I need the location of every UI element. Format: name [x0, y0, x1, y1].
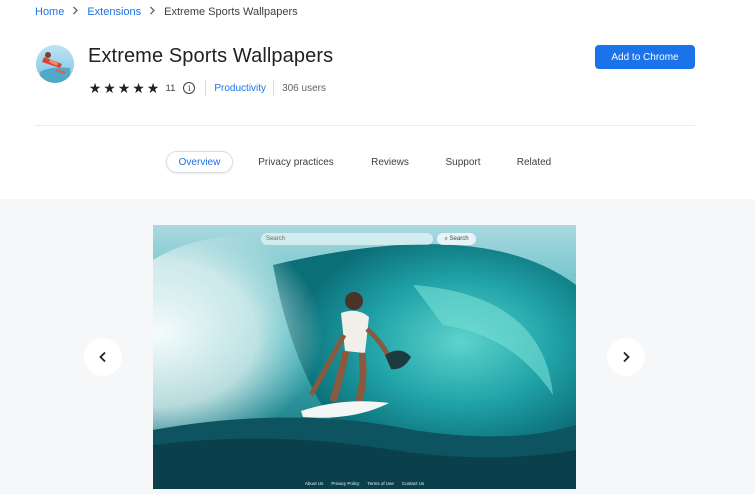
header-divider — [35, 125, 695, 126]
tab-overview[interactable]: Overview — [166, 151, 233, 173]
tab-privacy-practices[interactable]: Privacy practices — [250, 151, 342, 173]
user-count: 306 users — [282, 82, 326, 94]
star-icon: ★ — [103, 80, 116, 96]
footer-link: About Us — [304, 481, 324, 486]
screenshot-search-input: Search — [261, 233, 433, 245]
footer-link: Privacy Policy — [331, 481, 360, 486]
screenshot-footer: About Us Privacy Policy Terms of Use Con… — [153, 481, 576, 486]
info-icon[interactable]: i — [183, 82, 196, 94]
extension-page: Home Extensions Extreme Sports Wallpaper… — [0, 0, 755, 494]
chevron-right-icon — [72, 6, 79, 18]
extension-title: Extreme Sports Wallpapers — [88, 45, 334, 67]
tab-reviews[interactable]: Reviews — [362, 151, 418, 173]
star-icon: ★ — [88, 80, 102, 96]
divider — [273, 80, 275, 96]
breadcrumb: Home Extensions Extreme Sports Wallpaper… — [35, 5, 298, 19]
chevron-right-icon — [623, 351, 630, 363]
breadcrumb-extensions-link[interactable]: Extensions — [87, 6, 141, 18]
breadcrumb-current: Extreme Sports Wallpapers — [164, 6, 298, 18]
star-icon: ★ — [132, 80, 145, 96]
screenshot-search-label: Search — [449, 236, 469, 242]
previous-screenshot-button[interactable] — [84, 338, 122, 376]
extension-logo — [36, 45, 74, 83]
add-to-chrome-button[interactable]: Add to Chrome — [595, 45, 695, 69]
tab-bar: Overview Privacy practices Reviews Suppo… — [0, 151, 755, 173]
footer-link: Terms of Use — [367, 481, 394, 486]
star-icon: ★ — [146, 80, 160, 96]
chevron-left-icon — [99, 351, 106, 363]
category-link[interactable]: Productivity — [214, 83, 266, 94]
screenshot-image: Search ⌕ Search About Us Privacy Policy … — [153, 225, 576, 489]
chevron-right-icon — [149, 6, 156, 18]
footer-link: Contact Us — [401, 481, 425, 486]
star-rating: ★ ★ ★ ★ ★ — [88, 81, 161, 95]
rating-count[interactable]: 11 — [166, 83, 176, 94]
star-icon: ★ — [117, 80, 131, 96]
breadcrumb-home-link[interactable]: Home — [35, 6, 64, 18]
tab-support[interactable]: Support — [436, 151, 490, 173]
screenshot-gallery: Search ⌕ Search About Us Privacy Policy … — [0, 199, 755, 494]
search-icon: ⌕ — [444, 236, 448, 242]
tab-related[interactable]: Related — [508, 151, 560, 173]
extension-meta: ★ ★ ★ ★ ★ 11 i Productivity 306 users — [88, 80, 326, 96]
divider — [205, 80, 207, 96]
screenshot-search-button: ⌕ Search — [437, 233, 476, 245]
next-screenshot-button[interactable] — [607, 338, 645, 376]
